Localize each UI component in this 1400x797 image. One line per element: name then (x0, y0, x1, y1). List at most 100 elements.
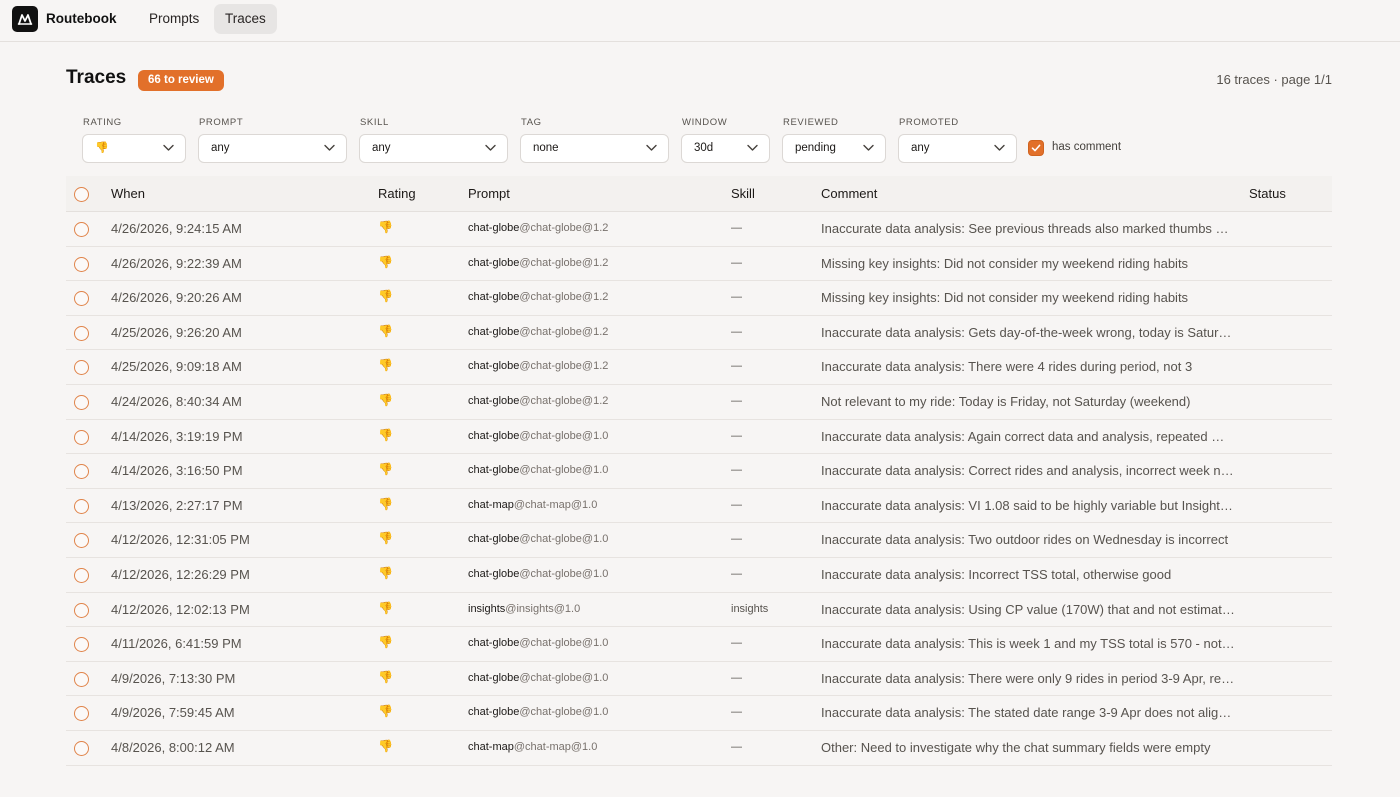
thumbs-down-icon: 👎 (378, 427, 393, 442)
row-checkbox[interactable] (74, 429, 89, 445)
row-checkbox[interactable] (74, 706, 89, 722)
cell-prompt[interactable]: chat-map@chat-map@1.0 (468, 499, 597, 511)
cell-prompt[interactable]: chat-globe@chat-globe@1.0 (468, 430, 608, 442)
row-checkbox[interactable] (74, 671, 89, 687)
has-comment-checkbox[interactable] (1028, 140, 1044, 156)
row-checkbox[interactable] (74, 533, 89, 549)
cell-prompt[interactable]: chat-globe@chat-globe@1.2 (468, 291, 608, 303)
cell-prompt[interactable]: chat-globe@chat-globe@1.2 (468, 257, 608, 269)
review-count-badge[interactable]: 66 to review (138, 70, 224, 91)
row-checkbox[interactable] (74, 256, 89, 272)
cell-prompt[interactable]: chat-globe@chat-globe@1.0 (468, 672, 608, 684)
table-row[interactable]: 4/25/2026, 9:09:18 AM 👎 chat-globe@chat-gl… (66, 350, 1332, 385)
top-nav: Routebook Prompts Traces (0, 0, 1400, 42)
prompt-name: chat-globe (468, 429, 520, 442)
thumbs-down-icon: 👎 (95, 142, 109, 154)
table-row[interactable]: 4/26/2026, 9:24:15 AM 👎 chat-globe@chat-gl… (66, 212, 1332, 247)
cell-when: 4/25/2026, 9:09:18 AM (111, 359, 242, 375)
row-checkbox[interactable] (74, 498, 89, 514)
table-row[interactable]: 4/11/2026, 6:41:59 PM 👎 chat-globe@chat-gl… (66, 627, 1332, 662)
window-select[interactable]: 30d (681, 134, 770, 163)
cell-prompt[interactable]: chat-globe@chat-globe@1.0 (468, 706, 608, 718)
cell-skill: — (731, 637, 742, 650)
prompt-name: chat-globe (468, 360, 520, 373)
cell-comment: Inaccurate data analysis: Incorrect TSS … (821, 566, 1172, 582)
routebook-logo-icon[interactable] (12, 6, 38, 32)
cell-skill: — (731, 429, 742, 442)
cell-prompt[interactable]: chat-globe@chat-globe@1.2 (468, 222, 608, 234)
cell-comment: Not relevant to my ride: Today is Friday… (821, 393, 1191, 409)
table-row[interactable]: 4/8/2026, 8:00:12 AM 👎 chat-map@chat-map@1… (66, 731, 1332, 766)
row-checkbox[interactable] (74, 464, 89, 480)
nav-tab-traces[interactable]: Traces (214, 4, 277, 34)
cell-prompt[interactable]: chat-globe@chat-globe@1.0 (468, 464, 608, 476)
row-checkbox[interactable] (74, 567, 89, 583)
row-checkbox[interactable] (74, 637, 89, 653)
cell-prompt[interactable]: insights@insights@1.0 (468, 603, 580, 615)
filter-promoted-label: PROMOTED (899, 117, 959, 128)
thumbs-down-icon: 👎 (378, 462, 393, 477)
select-all-checkbox[interactable] (74, 187, 89, 202)
chevron-down-icon (863, 144, 874, 151)
cell-prompt[interactable]: chat-globe@chat-globe@1.0 (468, 637, 608, 649)
table-row[interactable]: 4/26/2026, 9:20:26 AM 👎 chat-globe@chat-gl… (66, 281, 1332, 316)
table-row[interactable]: 4/14/2026, 3:19:19 PM 👎 chat-globe@chat-gl… (66, 420, 1332, 455)
nav-tab-prompts[interactable]: Prompts (138, 4, 210, 34)
filter-window-label: WINDOW (682, 117, 728, 128)
row-checkbox[interactable] (74, 222, 89, 237)
column-header-skill[interactable]: Skill (731, 186, 755, 201)
row-checkbox[interactable] (74, 325, 89, 341)
rating-select[interactable]: 👎 (82, 134, 186, 163)
table-row[interactable]: 4/9/2026, 7:59:45 AM 👎 chat-globe@chat-glo… (66, 696, 1332, 731)
row-checkbox[interactable] (74, 602, 89, 618)
column-header-comment[interactable]: Comment (821, 186, 877, 201)
prompt-select[interactable]: any (198, 134, 347, 163)
column-header-when[interactable]: When (111, 186, 145, 201)
row-checkbox[interactable] (74, 291, 89, 307)
table-row[interactable]: 4/14/2026, 3:16:50 PM 👎 chat-globe@chat-gl… (66, 454, 1332, 489)
reviewed-select[interactable]: pending (782, 134, 886, 163)
checkmark-icon (1031, 144, 1041, 152)
cell-comment: Other: Need to investigate why the chat … (821, 739, 1211, 755)
filter-tag-label: TAG (521, 117, 542, 128)
prompt-name: chat-globe (468, 706, 520, 719)
prompt-name: chat-globe (468, 256, 520, 269)
cell-skill: — (731, 360, 742, 373)
cell-when: 4/12/2026, 12:31:05 PM (111, 532, 250, 548)
table-row[interactable]: 4/26/2026, 9:22:39 AM 👎 chat-globe@chat-gl… (66, 247, 1332, 282)
column-header-prompt[interactable]: Prompt (468, 186, 510, 201)
column-header-status[interactable]: Status (1249, 186, 1286, 201)
skill-select[interactable]: any (359, 134, 508, 163)
table-row[interactable]: 4/9/2026, 7:13:30 PM 👎 chat-globe@chat-glo… (66, 662, 1332, 697)
table-row[interactable]: 4/12/2026, 12:31:05 PM 👎 chat-globe@chat-g… (66, 523, 1332, 558)
cell-prompt[interactable]: chat-globe@chat-globe@1.0 (468, 568, 608, 580)
column-header-rating[interactable]: Rating (378, 186, 416, 201)
brand-name[interactable]: Routebook (46, 11, 117, 26)
cell-prompt[interactable]: chat-globe@chat-globe@1.2 (468, 395, 608, 407)
thumbs-down-icon: 👎 (378, 392, 393, 407)
cell-comment: Inaccurate data analysis: Again correct … (821, 428, 1235, 444)
prompt-name: chat-globe (468, 567, 520, 580)
table-row[interactable]: 4/12/2026, 12:26:29 PM 👎 chat-globe@chat-g… (66, 558, 1332, 593)
cell-prompt[interactable]: chat-globe@chat-globe@1.0 (468, 533, 608, 545)
traces-table: When Rating Prompt Skill Comment Status … (66, 176, 1332, 766)
chevron-down-icon (646, 144, 657, 151)
row-checkbox[interactable] (74, 360, 89, 376)
table-row[interactable]: 4/13/2026, 2:27:17 PM 👎 chat-map@chat-map@… (66, 489, 1332, 524)
cell-when: 4/12/2026, 12:02:13 PM (111, 601, 250, 617)
cell-when: 4/24/2026, 8:40:34 AM (111, 393, 242, 409)
filter-skill-label: SKILL (360, 117, 389, 128)
prompt-select-value: any (211, 142, 230, 154)
cell-skill: — (731, 671, 742, 684)
table-row[interactable]: 4/24/2026, 8:40:34 AM 👎 chat-globe@chat-gl… (66, 385, 1332, 420)
cell-prompt[interactable]: chat-globe@chat-globe@1.2 (468, 360, 608, 372)
cell-skill: — (731, 394, 742, 407)
tag-select[interactable]: none (520, 134, 669, 163)
cell-prompt[interactable]: chat-globe@chat-globe@1.2 (468, 326, 608, 338)
row-checkbox[interactable] (74, 394, 89, 410)
promoted-select[interactable]: any (898, 134, 1017, 163)
cell-prompt[interactable]: chat-map@chat-map@1.0 (468, 741, 597, 753)
table-row[interactable]: 4/25/2026, 9:26:20 AM 👎 chat-globe@chat-gl… (66, 316, 1332, 351)
table-row[interactable]: 4/12/2026, 12:02:13 PM 👎 insights@insights… (66, 593, 1332, 628)
row-checkbox[interactable] (74, 740, 89, 756)
